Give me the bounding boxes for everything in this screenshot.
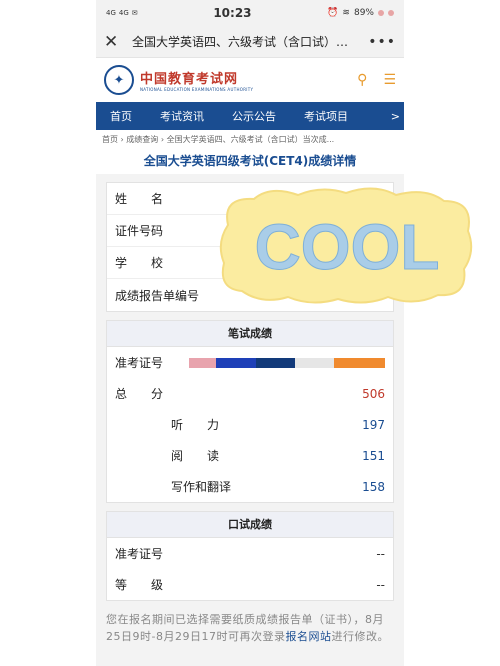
reading-label: 阅 读 bbox=[171, 449, 220, 463]
info-label: 成绩报告单编号 bbox=[115, 288, 200, 303]
neea-logo-icon[interactable]: ✦ bbox=[104, 65, 134, 95]
badge-dot-icon bbox=[387, 10, 394, 16]
signal-icon-2: 4G bbox=[118, 9, 129, 17]
status-right: ⏰ ≋ 89% bbox=[327, 8, 394, 18]
listening-row: 听 力 197 bbox=[107, 409, 393, 440]
cool-sticker: COOL bbox=[219, 187, 473, 304]
info-label: 证件号码 bbox=[115, 224, 164, 238]
nav-item-news[interactable]: 考试资讯 bbox=[146, 108, 218, 124]
breadcrumb[interactable]: 首页 › 成绩查询 › 全国大学英语四、六级考试（含口试）当次成... bbox=[96, 130, 404, 148]
site-name-en: NATIONAL EDUCATION EXAMINATIONS AUTHORIT… bbox=[140, 87, 254, 92]
close-icon[interactable]: ✕ bbox=[104, 32, 124, 52]
wechat-icon: ✉ bbox=[131, 9, 138, 17]
reading-score: 151 bbox=[362, 448, 385, 463]
sticker-text: COOL bbox=[255, 211, 440, 283]
writing-label: 写作和翻译 bbox=[171, 480, 232, 494]
writing-score: 158 bbox=[362, 479, 385, 494]
menu-icon[interactable]: ☰ bbox=[383, 72, 396, 88]
written-header: 笔试成绩 bbox=[107, 321, 393, 347]
page-tab-title: 全国大学英语四、六级考试（含口试）… bbox=[132, 35, 349, 49]
title-bar: ✕ 全国大学英语四、六级考试（含口试）… ••• bbox=[96, 26, 404, 58]
site-header: ✦ 中国教育考试网 NATIONAL EDUCATION EXAMINATION… bbox=[96, 58, 404, 102]
oral-grade-row: 等 级 -- bbox=[107, 569, 393, 600]
nav-item-exams[interactable]: 考试项目 bbox=[290, 108, 362, 124]
screen: 4G 4G ✉ 10:23 ⏰ ≋ 89% ✕ 全国大学英语四、六级考试（含口试… bbox=[96, 0, 404, 666]
oral-ticket-label: 准考证号 bbox=[115, 547, 164, 561]
notice-text: 您在报名期间已选择需要纸质成绩报告单（证书），8月25日9时-8月29日17时可… bbox=[106, 611, 394, 645]
wifi-icon: ≋ bbox=[342, 8, 350, 18]
writing-row: 写作和翻译 158 bbox=[107, 471, 393, 502]
oral-ticket-row: 准考证号 -- bbox=[107, 538, 393, 569]
badge-dot-icon bbox=[377, 10, 384, 16]
status-bar: 4G 4G ✉ 10:23 ⏰ ≋ 89% bbox=[96, 0, 404, 26]
background-right bbox=[404, 0, 500, 666]
total-score: 506 bbox=[362, 386, 385, 401]
reading-row: 阅 读 151 bbox=[107, 440, 393, 471]
ticket-label: 准考证号 bbox=[115, 356, 164, 370]
more-icon[interactable]: ••• bbox=[368, 34, 396, 50]
oral-ticket-value: -- bbox=[376, 546, 385, 561]
main-nav: 首页 考试资讯 公示公告 考试项目 > bbox=[96, 102, 404, 130]
search-icon[interactable]: ⚲ bbox=[357, 72, 367, 88]
alarm-icon: ⏰ bbox=[327, 8, 339, 18]
oral-grade-value: -- bbox=[376, 577, 385, 592]
signal-group: 4G 4G ✉ bbox=[106, 9, 138, 17]
phone-frame: 4G 4G ✉ 10:23 ⏰ ≋ 89% ✕ 全国大学英语四、六级考试（含口试… bbox=[0, 0, 500, 666]
notice-tail: 进行修改。 bbox=[331, 630, 389, 643]
background-left bbox=[0, 0, 96, 666]
nav-item-notices[interactable]: 公示公告 bbox=[218, 108, 290, 124]
written-score-card: 笔试成绩 准考证号 总 分 506 听 力 197 阅 读 151 写作和翻译 … bbox=[106, 320, 394, 503]
registration-site-link[interactable]: 报名网站 bbox=[285, 630, 331, 643]
nav-more-arrow[interactable]: > bbox=[387, 110, 404, 123]
status-time: 10:23 bbox=[213, 6, 252, 20]
info-label: 学 校 bbox=[115, 256, 164, 270]
header-actions: ⚲ ☰ bbox=[357, 72, 396, 88]
oral-grade-label: 等 级 bbox=[115, 578, 164, 592]
oral-header: 口试成绩 bbox=[107, 512, 393, 538]
oral-score-card: 口试成绩 准考证号 -- 等 级 -- bbox=[106, 511, 394, 601]
nav-item-home[interactable]: 首页 bbox=[96, 108, 146, 124]
page-title: 全国大学英语四级考试(CET4)成绩详情 bbox=[96, 148, 404, 174]
info-label: 姓 名 bbox=[115, 192, 164, 206]
site-name: 中国教育考试网 bbox=[140, 72, 239, 87]
battery-level: 89% bbox=[353, 8, 374, 18]
total-score-row: 总 分 506 bbox=[107, 378, 393, 409]
site-logo-text[interactable]: 中国教育考试网 NATIONAL EDUCATION EXAMINATIONS … bbox=[140, 68, 253, 92]
listening-label: 听 力 bbox=[171, 418, 220, 432]
written-ticket-row: 准考证号 bbox=[107, 347, 393, 378]
signal-icon-1: 4G bbox=[106, 9, 116, 17]
listening-score: 197 bbox=[362, 417, 385, 432]
ticket-redaction-bar bbox=[189, 357, 385, 368]
total-label: 总 分 bbox=[115, 387, 164, 401]
